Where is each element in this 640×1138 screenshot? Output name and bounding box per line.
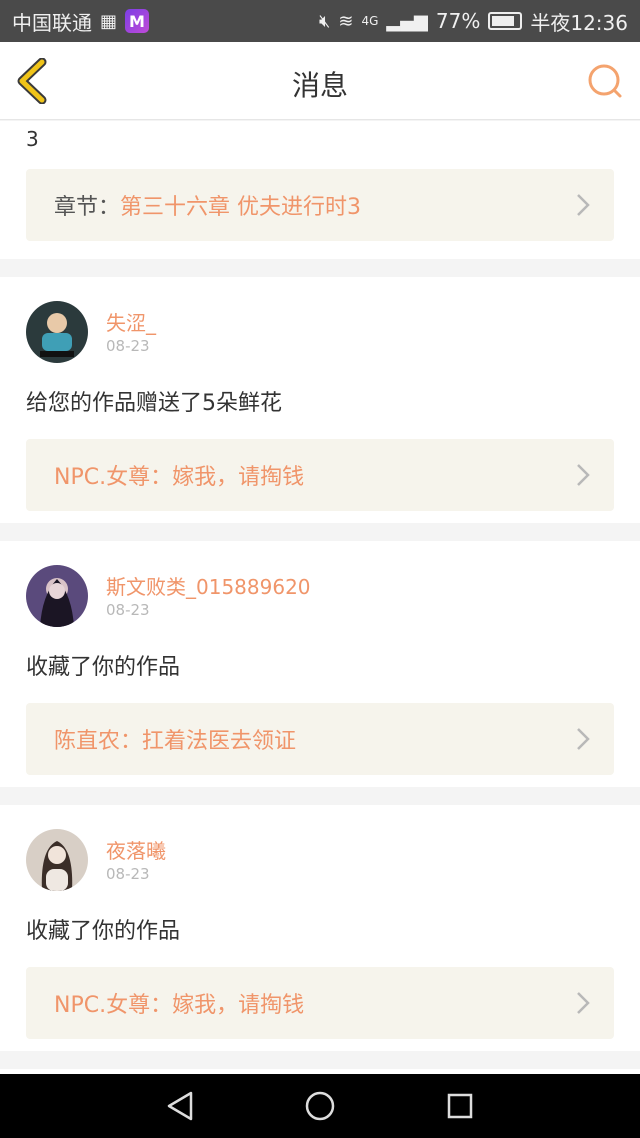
signal-icon: ▂▄▆ <box>386 10 428 32</box>
chevron-right-icon <box>577 992 590 1014</box>
message-date: 08-23 <box>106 865 150 883</box>
message-text: 给您的作品赠送了5朵鲜花 <box>26 391 282 416</box>
message-text: 收藏了你的作品 <box>26 919 181 944</box>
message-card: 3 章节： 第三十六章 优夫进行时3 <box>0 121 640 259</box>
search-icon[interactable] <box>586 62 624 100</box>
username[interactable]: 斯文败类_015889620 <box>106 571 311 599</box>
network-type: 4G <box>361 14 379 28</box>
avatar[interactable] <box>26 301 88 363</box>
chevron-right-icon <box>577 194 590 216</box>
wifi-icon: ≋ <box>338 10 354 32</box>
top-bar: 消息 <box>0 42 640 120</box>
page-title: 消息 <box>291 69 348 102</box>
message-card: 失涩_ 08-23 给您的作品赠送了5朵鲜花 NPC.女尊：嫁我，请掏钱 <box>0 277 640 523</box>
username[interactable]: 夜落曦 <box>106 835 166 863</box>
message-date: 08-23 <box>106 601 150 619</box>
app-notification-icon: M <box>125 9 150 33</box>
work-link-title: 第三十六章 优夫进行时3 <box>120 195 362 220</box>
system-nav-bar <box>0 1074 640 1138</box>
carrier-name: 中国联通 <box>12 10 92 35</box>
chevron-right-icon <box>577 464 590 486</box>
work-link-prefix: 章节： <box>54 195 121 220</box>
message-card: 斯文败类_015889620 08-23 收藏了你的作品 陈直农：扛着法医去领证 <box>0 541 640 787</box>
avatar[interactable] <box>26 565 88 627</box>
status-bar: 中国联通 ▦ M 🔇︎ ≋ 4G ▂▄▆ 77% 半夜12:36 <box>0 0 640 42</box>
grid-icon: ▦ <box>100 10 118 32</box>
work-link[interactable]: NPC.女尊：嫁我，请掏钱 <box>26 439 614 511</box>
work-link[interactable]: 陈直农：扛着法医去领证 <box>26 703 614 775</box>
avatar[interactable] <box>26 829 88 891</box>
clock: 半夜12:36 <box>530 10 628 35</box>
battery-icon <box>488 12 523 30</box>
work-link[interactable]: NPC.女尊：嫁我，请掏钱 <box>26 967 614 1039</box>
message-list[interactable]: 3 章节： 第三十六章 优夫进行时3 失涩_ 08-23 给您的作品赠送了5朵鲜… <box>0 121 640 1074</box>
chevron-right-icon <box>577 728 590 750</box>
work-link-title: NPC.女尊：嫁我，请掏钱 <box>54 465 305 490</box>
nav-home-icon[interactable] <box>302 1088 338 1124</box>
message-text-partial: 3 <box>26 127 39 151</box>
work-link-title: NPC.女尊：嫁我，请掏钱 <box>54 993 305 1018</box>
nav-back-icon[interactable] <box>162 1088 198 1124</box>
message-card: 夜落曦 08-23 收藏了你的作品 NPC.女尊：嫁我，请掏钱 <box>0 805 640 1051</box>
nav-recents-icon[interactable] <box>442 1088 478 1124</box>
mute-icon: 🔇︎ <box>319 10 331 32</box>
work-link[interactable]: 章节： 第三十六章 优夫进行时3 <box>26 169 614 241</box>
message-text: 收藏了你的作品 <box>26 655 181 680</box>
work-link-title: 陈直农：扛着法医去领证 <box>54 729 297 754</box>
battery-percent: 77% <box>435 9 481 33</box>
message-date: 08-23 <box>106 337 150 355</box>
username[interactable]: 失涩_ <box>106 307 156 335</box>
